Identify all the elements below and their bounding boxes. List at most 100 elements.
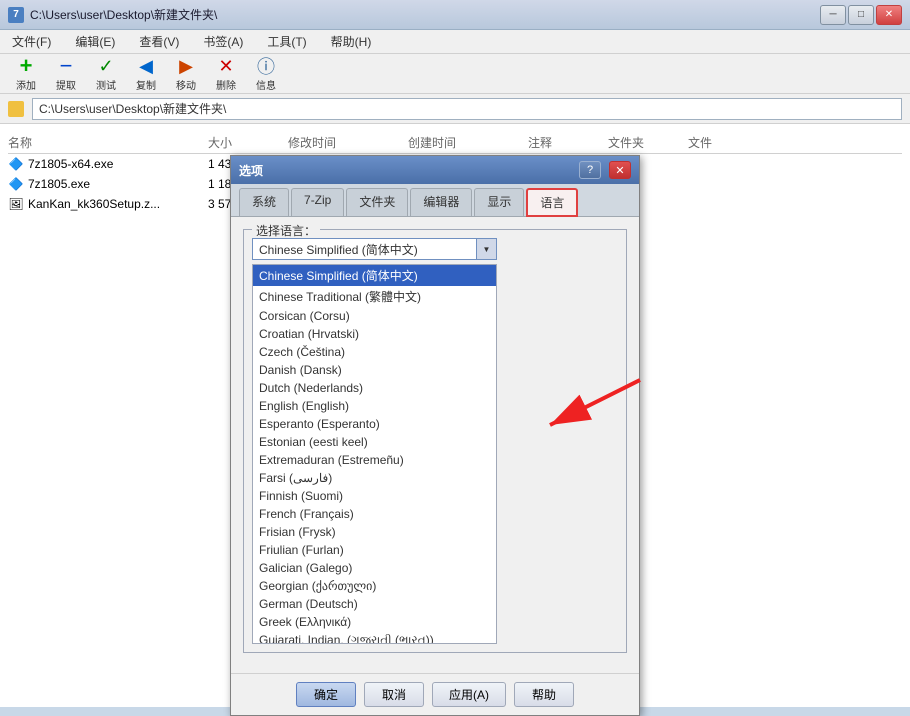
list-item[interactable]: Gujarati, Indian, (ગુજરાતી (ભારત)) — [253, 631, 496, 644]
menu-bar: 文件(F) 编辑(E) 查看(V) 书签(A) 工具(T) 帮助(H) — [0, 30, 910, 54]
list-item[interactable]: Extremaduran (Estremeñu) — [253, 451, 496, 469]
tab-language[interactable]: 语言 — [526, 188, 578, 217]
extract-button[interactable]: − 提取 — [48, 53, 84, 94]
file-icon: 🖼 — [8, 196, 24, 212]
address-input[interactable] — [32, 98, 902, 120]
menu-tools[interactable]: 工具(T) — [263, 31, 310, 52]
options-dialog: 选项 ? ✕ 系统 7-Zip 文件夹 编辑器 显示 语言 选择语言： Chin… — [230, 155, 640, 716]
list-item[interactable]: Georgian (ქართული) — [253, 577, 496, 595]
move-button[interactable]: ▶ 移动 — [168, 53, 204, 94]
menu-view[interactable]: 查看(V) — [135, 31, 183, 52]
col-name-header[interactable]: 名称 — [8, 134, 208, 151]
list-item[interactable]: Czech (Čeština) — [253, 343, 496, 361]
move-icon: ▶ — [175, 55, 197, 77]
delete-icon: ✕ — [215, 55, 237, 77]
list-item[interactable]: Dutch (Nederlands) — [253, 379, 496, 397]
extract-icon: − — [55, 55, 77, 77]
file-name: 7z1805.exe — [28, 177, 90, 191]
menu-help[interactable]: 帮助(H) — [327, 31, 376, 52]
apply-button[interactable]: 应用(A) — [432, 682, 506, 707]
list-item[interactable]: German (Deutsch) — [253, 595, 496, 613]
language-dropdown[interactable]: Chinese Simplified (简体中文) ▼ — [252, 238, 497, 260]
delete-label: 删除 — [216, 77, 236, 92]
list-item[interactable]: Friulian (Furlan) — [253, 541, 496, 559]
list-item[interactable]: French (Français) — [253, 505, 496, 523]
copy-icon: ◀ — [135, 55, 157, 77]
dialog-title: 选项 — [239, 162, 571, 179]
tab-system[interactable]: 系统 — [239, 188, 289, 216]
col-note-header[interactable]: 注释 — [528, 134, 608, 151]
add-button[interactable]: + 添加 — [8, 53, 44, 94]
title-bar: 7 C:\Users\user\Desktop\新建文件夹\ ─ □ ✕ — [0, 0, 910, 30]
list-item[interactable]: Corsican (Corsu) — [253, 307, 496, 325]
test-button[interactable]: ✓ 测试 — [88, 53, 124, 94]
file-icon: 🔷 — [8, 176, 24, 192]
language-group: 选择语言： Chinese Simplified (简体中文) ▼ Chines… — [243, 229, 627, 653]
list-item[interactable]: Croatian (Hrvatski) — [253, 325, 496, 343]
list-item[interactable]: Galician (Galego) — [253, 559, 496, 577]
file-name-cell: 🔷 7z1805.exe — [8, 176, 208, 192]
dropdown-arrow-icon: ▼ — [476, 239, 496, 259]
language-dropdown-container: Chinese Simplified (简体中文) ▼ — [252, 238, 497, 260]
file-name: KanKan_kk360Setup.z... — [28, 197, 160, 211]
delete-button[interactable]: ✕ 删除 — [208, 53, 244, 94]
window-controls: ─ □ ✕ — [820, 5, 902, 25]
dialog-titlebar: 选项 ? ✕ — [231, 156, 639, 184]
test-icon: ✓ — [95, 55, 117, 77]
menu-edit[interactable]: 编辑(E) — [71, 31, 119, 52]
list-item[interactable]: Frisian (Frysk) — [253, 523, 496, 541]
list-item[interactable]: Danish (Dansk) — [253, 361, 496, 379]
col-folder-header[interactable]: 文件夹 — [608, 134, 688, 151]
section-label: 选择语言： — [252, 222, 320, 239]
toolbar: + 添加 − 提取 ✓ 测试 ◀ 复制 ▶ 移动 ✕ 删除 ⓘ 信息 — [0, 54, 910, 94]
language-list[interactable]: Chinese Simplified (简体中文) Chinese Tradit… — [252, 264, 497, 644]
list-item[interactable]: Chinese Simplified (简体中文) — [253, 265, 496, 286]
file-list-header: 名称 大小 修改时间 创建时间 注释 文件夹 文件 — [8, 132, 902, 154]
list-item[interactable]: Farsi (فارسی) — [253, 469, 496, 487]
file-name-cell: 🔷 7z1805-x64.exe — [8, 156, 208, 172]
tab-folder[interactable]: 文件夹 — [346, 188, 408, 216]
menu-file[interactable]: 文件(F) — [8, 31, 55, 52]
test-label: 测试 — [96, 77, 116, 92]
list-item[interactable]: Greek (Ελληνικά) — [253, 613, 496, 631]
help-button[interactable]: 帮助 — [514, 682, 574, 707]
col-file-header[interactable]: 文件 — [688, 134, 768, 151]
folder-icon — [8, 101, 24, 117]
copy-button[interactable]: ◀ 复制 — [128, 53, 164, 94]
info-label: 信息 — [256, 77, 276, 92]
file-name-cell: 🖼 KanKan_kk360Setup.z... — [8, 196, 208, 212]
col-size-header[interactable]: 大小 — [208, 134, 288, 151]
dialog-tabs: 系统 7-Zip 文件夹 编辑器 显示 语言 — [231, 184, 639, 217]
list-item[interactable]: Esperanto (Esperanto) — [253, 415, 496, 433]
dialog-footer: 确定 取消 应用(A) 帮助 — [231, 673, 639, 715]
cancel-button[interactable]: 取消 — [364, 682, 424, 707]
list-item[interactable]: Chinese Traditional (繁體中文) — [253, 286, 496, 307]
window-close-button[interactable]: ✕ — [876, 5, 902, 25]
col-create-header[interactable]: 创建时间 — [408, 134, 528, 151]
list-item[interactable]: Finnish (Suomi) — [253, 487, 496, 505]
tab-display[interactable]: 显示 — [474, 188, 524, 216]
add-icon: + — [15, 55, 37, 77]
minimize-button[interactable]: ─ — [820, 5, 846, 25]
dialog-body: 选择语言： Chinese Simplified (简体中文) ▼ Chines… — [231, 217, 639, 673]
extract-label: 提取 — [56, 77, 76, 92]
copy-label: 复制 — [136, 77, 156, 92]
file-icon: 🔷 — [8, 156, 24, 172]
info-icon: ⓘ — [255, 55, 277, 77]
tab-7zip[interactable]: 7-Zip — [291, 188, 344, 216]
col-mod-header[interactable]: 修改时间 — [288, 134, 408, 151]
app-icon: 7 — [8, 7, 24, 23]
dialog-close-button[interactable]: ✕ — [609, 161, 631, 179]
window-title: C:\Users\user\Desktop\新建文件夹\ — [30, 6, 814, 23]
address-bar — [0, 94, 910, 124]
ok-button[interactable]: 确定 — [296, 682, 356, 707]
add-label: 添加 — [16, 77, 36, 92]
tab-editor[interactable]: 编辑器 — [410, 188, 472, 216]
file-name: 7z1805-x64.exe — [28, 157, 113, 171]
dialog-help-button[interactable]: ? — [579, 161, 601, 179]
list-item[interactable]: Estonian (eesti keel) — [253, 433, 496, 451]
info-button[interactable]: ⓘ 信息 — [248, 53, 284, 94]
menu-bookmark[interactable]: 书签(A) — [199, 31, 247, 52]
maximize-button[interactable]: □ — [848, 5, 874, 25]
list-item[interactable]: English (English) — [253, 397, 496, 415]
